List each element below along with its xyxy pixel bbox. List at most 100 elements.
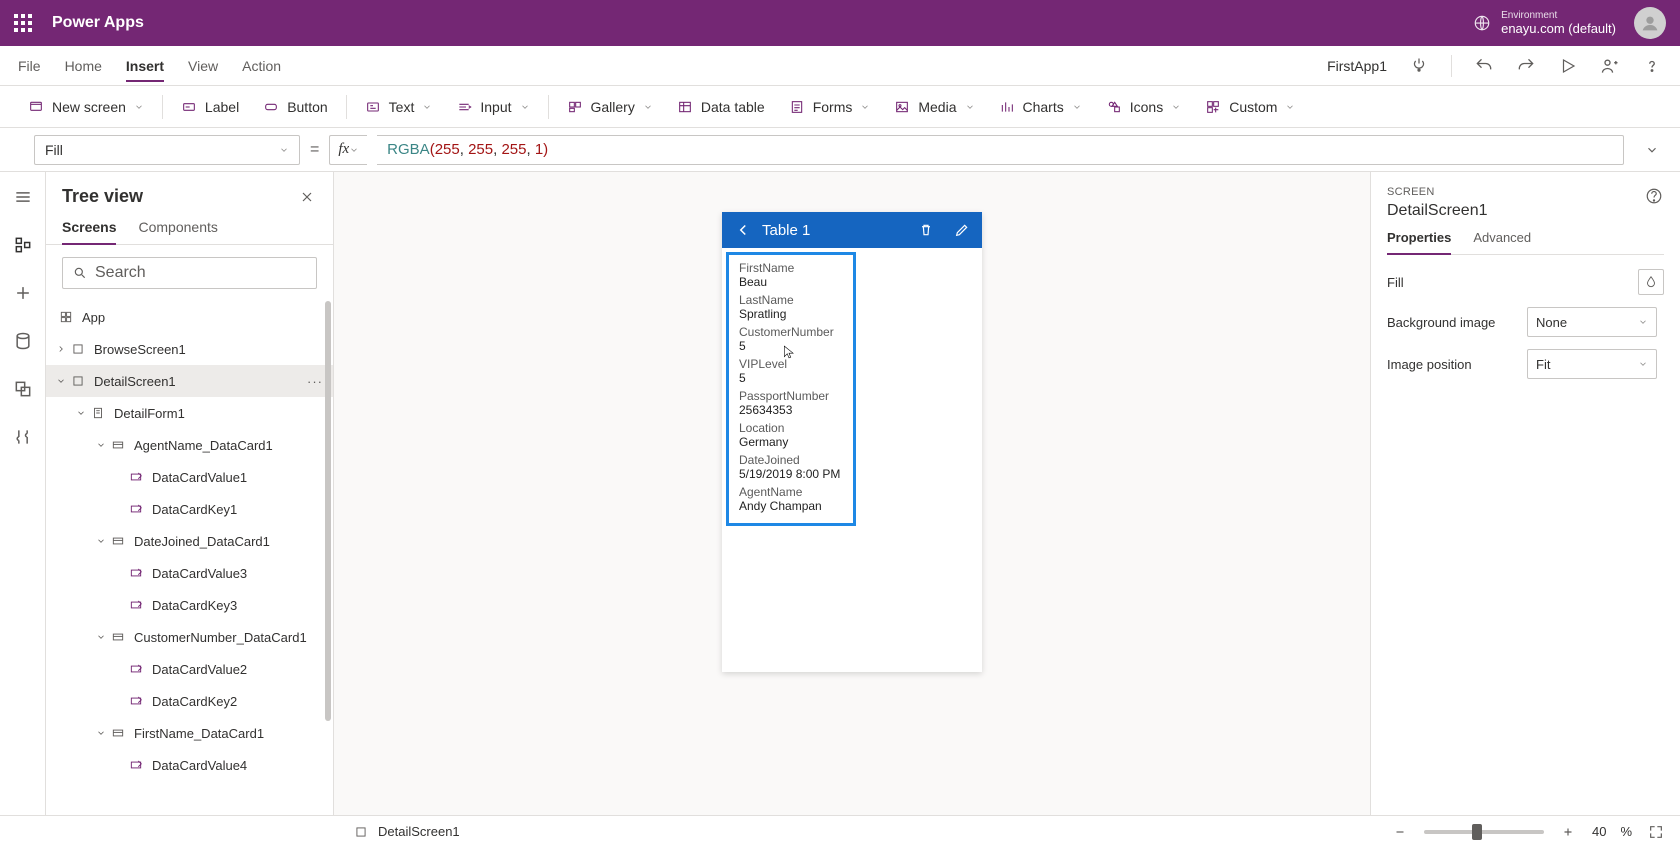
menu-file[interactable]: File xyxy=(18,58,41,74)
field-label: AgentName xyxy=(739,485,843,499)
tree-node-agent-card[interactable]: AgentName_DataCard1 xyxy=(46,429,333,461)
props-category: SCREEN xyxy=(1387,186,1488,198)
menu-view[interactable]: View xyxy=(188,58,218,74)
back-icon[interactable] xyxy=(734,221,752,239)
tree-node-app[interactable]: App xyxy=(46,301,333,333)
ribbon-media-label: Media xyxy=(918,99,956,115)
breadcrumb-text[interactable]: DetailScreen1 xyxy=(378,824,460,839)
ribbon-icons[interactable]: Icons xyxy=(1096,99,1191,115)
help-icon[interactable] xyxy=(1642,56,1662,76)
tree-node-dcv2[interactable]: DataCardValue2 xyxy=(46,653,333,685)
play-icon[interactable] xyxy=(1558,56,1578,76)
tab-properties[interactable]: Properties xyxy=(1387,230,1451,255)
ribbon-text[interactable]: Text xyxy=(355,99,443,115)
shapes-icon xyxy=(1106,99,1122,115)
rail-tree-icon[interactable] xyxy=(12,234,34,256)
zoom-slider[interactable] xyxy=(1424,830,1544,834)
delete-icon[interactable] xyxy=(918,222,934,238)
tree-node-dck1[interactable]: DataCardKey1 xyxy=(46,493,333,525)
chevron-down-icon xyxy=(349,145,359,155)
chevron-right-icon[interactable] xyxy=(52,344,70,354)
tree-node-dcv1[interactable]: DataCardValue1 xyxy=(46,461,333,493)
fx-button[interactable]: fx xyxy=(329,135,367,165)
environment-picker[interactable]: Environment enayu.com (default) xyxy=(1473,10,1616,36)
tree-node-detailscreen[interactable]: DetailScreen1 ··· xyxy=(46,365,333,397)
screen-icon xyxy=(70,341,86,357)
formula-input[interactable]: RGBA(255, 255, 255, 1) xyxy=(377,135,1624,165)
search-input[interactable]: Search xyxy=(62,257,317,289)
rail-hamburger-icon[interactable] xyxy=(12,186,34,208)
search-placeholder: Search xyxy=(95,264,146,282)
tree-node-date-card[interactable]: DateJoined_DataCard1 xyxy=(46,525,333,557)
fit-screen-icon[interactable] xyxy=(1646,822,1666,842)
ribbon-forms[interactable]: Forms xyxy=(779,99,881,115)
ribbon-input[interactable]: Input xyxy=(446,99,539,115)
ribbon-button[interactable]: Button xyxy=(253,99,337,115)
scrollbar[interactable] xyxy=(325,301,331,721)
ribbon-new-screen[interactable]: New screen xyxy=(18,99,154,115)
ribbon-gallery-label: Gallery xyxy=(591,99,635,115)
chevron-down-icon[interactable] xyxy=(52,376,70,386)
chevron-down-icon xyxy=(1072,102,1082,112)
zoom-in-icon[interactable] xyxy=(1558,822,1578,842)
tree-node-dcv4[interactable]: DataCardValue4 xyxy=(46,749,333,781)
zoom-out-icon[interactable] xyxy=(1390,822,1410,842)
edit-icon[interactable] xyxy=(954,222,970,238)
ribbon-custom[interactable]: Custom xyxy=(1195,99,1305,115)
share-icon[interactable] xyxy=(1600,56,1620,76)
tree-node-first-card[interactable]: FirstName_DataCard1 xyxy=(46,717,333,749)
ribbon-label-text: Label xyxy=(205,99,239,115)
tree-list[interactable]: App BrowseScreen1 DetailScreen1 ··· Deta… xyxy=(46,301,333,815)
tree-node-dck2[interactable]: DataCardKey2 xyxy=(46,685,333,717)
tree-node-dcv3[interactable]: DataCardValue3 xyxy=(46,557,333,589)
rail-tools-icon[interactable] xyxy=(12,426,34,448)
rail-add-icon[interactable] xyxy=(12,282,34,304)
menu-home[interactable]: Home xyxy=(65,58,102,74)
tree-node-dck3[interactable]: DataCardKey3 xyxy=(46,589,333,621)
rail-media-icon[interactable] xyxy=(12,378,34,400)
app-launcher-icon[interactable] xyxy=(14,14,32,32)
tab-advanced[interactable]: Advanced xyxy=(1473,230,1531,254)
chevron-down-icon[interactable] xyxy=(92,440,110,450)
screen-preview[interactable]: Table 1 FirstNameBeauLastNameSpratlingCu… xyxy=(722,212,982,672)
image-position-select[interactable]: Fit xyxy=(1527,349,1657,379)
tab-screens[interactable]: Screens xyxy=(62,219,116,245)
ribbon-label[interactable]: Label xyxy=(171,99,249,115)
bg-image-select[interactable]: None xyxy=(1527,307,1657,337)
tree-node-cust-card[interactable]: CustomerNumber_DataCard1 xyxy=(46,621,333,653)
chevron-down-icon[interactable] xyxy=(92,632,110,642)
app-checker-icon[interactable] xyxy=(1409,56,1429,76)
value-icon xyxy=(128,565,144,581)
close-icon[interactable] xyxy=(297,187,317,207)
redo-icon[interactable] xyxy=(1516,56,1536,76)
formula-expand-icon[interactable] xyxy=(1642,140,1662,160)
chevron-down-icon[interactable] xyxy=(72,408,90,418)
tree-node-label: DataCardKey3 xyxy=(152,598,237,613)
tab-components[interactable]: Components xyxy=(138,219,217,244)
ribbon-media[interactable]: Media xyxy=(884,99,984,115)
rail-data-icon[interactable] xyxy=(12,330,34,352)
fill-color-swatch[interactable] xyxy=(1638,269,1664,295)
menu-insert[interactable]: Insert xyxy=(126,58,164,82)
menu-action[interactable]: Action xyxy=(242,58,281,74)
undo-icon[interactable] xyxy=(1474,56,1494,76)
field-value: Beau xyxy=(739,275,843,289)
field-value: Germany xyxy=(739,435,843,449)
info-icon[interactable] xyxy=(1644,186,1664,206)
chevron-down-icon[interactable] xyxy=(92,728,110,738)
field-label: FirstName xyxy=(739,261,843,275)
detail-form[interactable]: FirstNameBeauLastNameSpratlingCustomerNu… xyxy=(722,248,982,672)
ribbon-data-table[interactable]: Data table xyxy=(667,99,775,115)
more-icon[interactable]: ··· xyxy=(307,374,323,389)
ribbon-charts[interactable]: Charts xyxy=(989,99,1092,115)
tree-node-label: BrowseScreen1 xyxy=(94,342,186,357)
app-name[interactable]: FirstApp1 xyxy=(1327,58,1387,74)
selected-form-area[interactable]: FirstNameBeauLastNameSpratlingCustomerNu… xyxy=(726,252,856,526)
user-avatar[interactable] xyxy=(1634,7,1666,39)
canvas[interactable]: Table 1 FirstNameBeauLastNameSpratlingCu… xyxy=(334,172,1370,815)
property-selector[interactable]: Fill xyxy=(34,135,300,165)
chevron-down-icon[interactable] xyxy=(92,536,110,546)
ribbon-gallery[interactable]: Gallery xyxy=(557,99,663,115)
tree-node-detailform[interactable]: DetailForm1 xyxy=(46,397,333,429)
tree-node-browsescreen[interactable]: BrowseScreen1 xyxy=(46,333,333,365)
